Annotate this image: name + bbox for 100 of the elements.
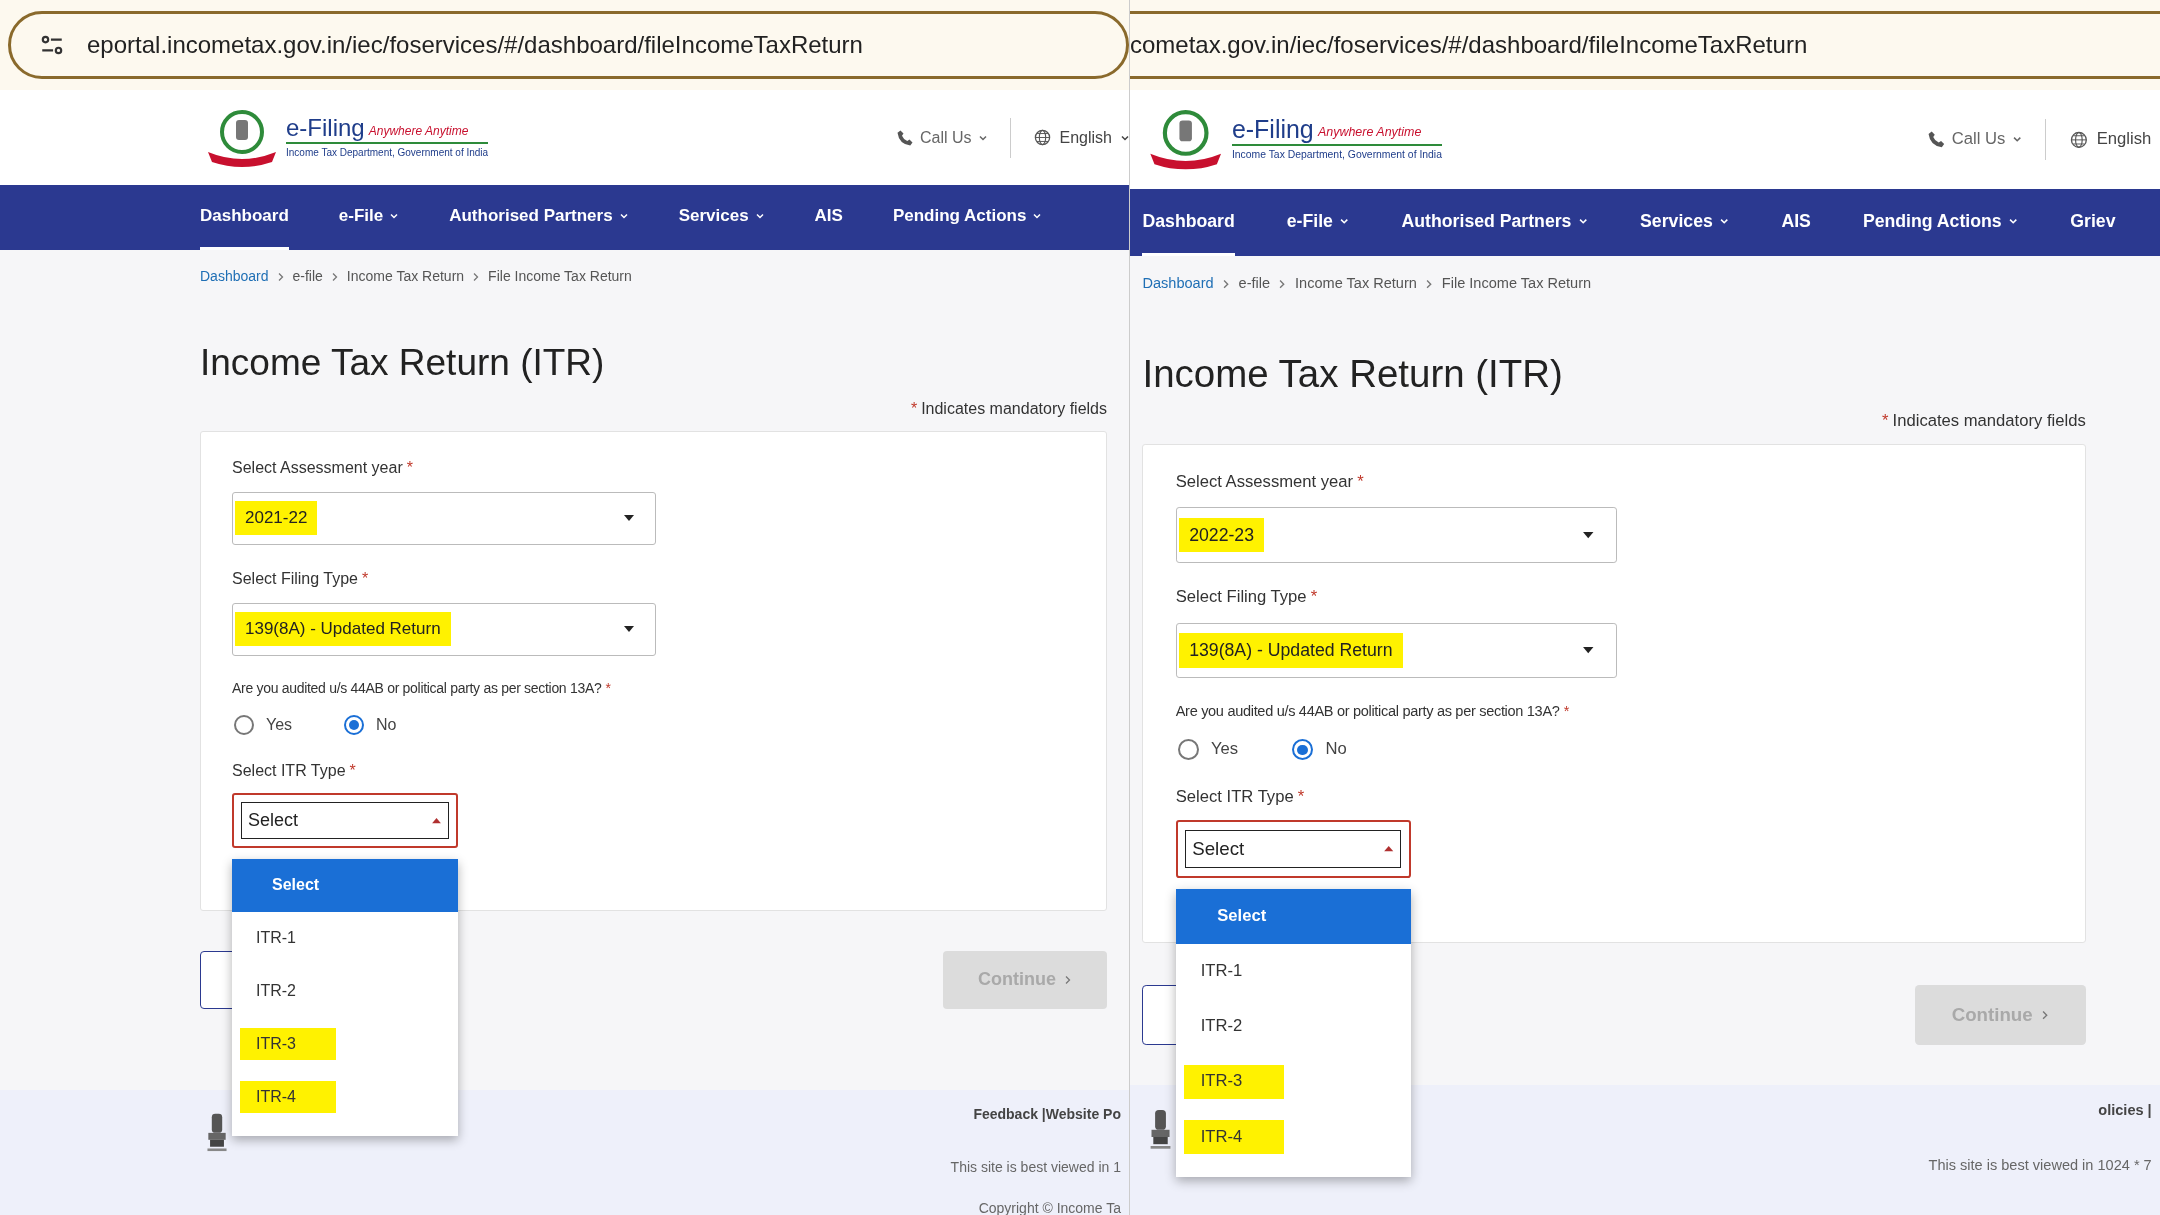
footer-note: This site is best viewed in 1024 * 7 [1928,1155,2152,1175]
field-label: Select Filing Type [1175,586,1307,609]
nav-tab[interactable]: Griev [2070,188,2116,257]
nav-tab[interactable]: AIS [814,185,843,250]
option-label: ITR-2 [255,981,296,1001]
required-mark: * [1357,471,1364,493]
breadcrumb-item: Income Tax Return [346,267,465,286]
nav-tab[interactable]: Pending Actions [1862,188,2019,257]
required-mark: * [406,457,413,478]
radio-option[interactable]: Yes [234,712,294,737]
required-mark: * [349,760,356,781]
required-mark: * [1297,786,1305,809]
nav-tab[interactable]: e-File [338,185,400,250]
itr-type-select[interactable]: Select [232,792,458,848]
breadcrumb-item: e-file [1238,274,1271,293]
option-label: ITR-3 [1184,1065,1284,1099]
call-us-menu[interactable]: Call Us [1926,126,2022,152]
logo-title: e-Filing [286,115,365,140]
mandatory-note: Indicates mandatory fields [1892,409,2086,432]
required-mark: * [1310,586,1318,609]
language-menu[interactable]: English [1032,125,1129,150]
nav-tab[interactable]: Services [1640,188,1730,257]
address-bar[interactable]: eportal.incometax.gov.in/iec/foservices/#/dashboard/fileIncomeTaxReturn [8,11,1129,79]
breadcrumb-item: e-file [292,267,323,286]
call-us-menu[interactable]: Call Us [895,125,988,150]
logo-tagline: Anywhere Anytime [1317,123,1422,141]
mandatory-note: Indicates mandatory fields [921,398,1107,419]
required-mark: * [605,678,611,698]
required-mark: * [910,398,918,419]
dropdown-option[interactable]: Select [232,858,458,912]
phone-icon [1926,130,1946,149]
filing-type-select[interactable]: 139(8A) - Updated Return [1175,622,1617,678]
radio-button[interactable] [1177,739,1199,761]
caret-down-icon [623,625,635,633]
page-title: Income Tax Return (ITR) [1142,350,1564,397]
option-label: Select [271,875,320,895]
nav-tab[interactable]: Authorised Partners [449,185,629,250]
radio-option[interactable]: No [1292,737,1355,763]
dropdown-option[interactable]: ITR-3 [232,1017,458,1071]
field-label: Select ITR Type [1175,786,1294,809]
option-label: ITR-1 [1199,960,1243,983]
footer-links[interactable]: olicies | [2098,1099,2152,1122]
radio-option[interactable]: Yes [1177,737,1241,763]
caret-down-icon [1582,530,1595,540]
filing-type-select[interactable]: 2022-23 [1175,507,1617,563]
breadcrumb-item: File Income Tax Return [488,267,632,286]
nav-tab[interactable]: Pending Actions [892,185,1043,250]
option-label: ITR-1 [255,928,296,948]
page-title: Income Tax Return (ITR) [200,341,606,385]
option-label: ITR-3 [240,1028,336,1060]
nav-tab[interactable]: Dashboard [200,185,289,250]
caret-up-icon [431,816,442,824]
address-bar[interactable]: cometax.gov.in/iec/foservices/#/dashboard/fileIncomeTaxReturn [1130,11,2160,79]
itr-type-select[interactable]: Select [1175,820,1411,878]
radio-button[interactable] [234,714,254,735]
caret-down-icon [623,514,635,522]
chevron-right-icon [1064,974,1072,985]
question-label: Are you audited u/s 44AB or political party as per section 13A? [232,678,602,698]
globe-icon [2068,129,2089,150]
caret-up-icon [1382,845,1395,853]
field-label: Select Assessment year [1175,471,1354,493]
language-menu[interactable]: English [2068,126,2160,152]
required-mark: * [1881,409,1889,432]
dropdown-option[interactable]: Select [1175,889,1411,945]
nav-tab[interactable]: Dashboard [1142,188,1235,257]
chevron-right-icon [1278,278,1287,290]
dropdown-option[interactable]: ITR-4 [232,1070,458,1124]
radio-button[interactable] [1292,739,1313,761]
dropdown-option[interactable]: ITR-1 [1175,944,1411,1000]
radio-button[interactable] [344,714,364,735]
logo-subtitle: Income Tax Department, Government of India [1231,143,1442,163]
option-label: ITR-4 [1184,1120,1284,1154]
nav-tab[interactable]: AIS [1781,188,1811,257]
dropdown-option[interactable]: ITR-2 [1175,999,1411,1055]
chevron-right-icon [1221,278,1231,290]
option-label: Select [1216,905,1267,928]
chevron-right-icon [472,271,481,282]
dropdown-option[interactable]: ITR-4 [1175,1109,1411,1165]
chevron-right-icon [1425,278,1434,290]
breadcrumb-link[interactable]: Dashboard [1142,273,1214,295]
filing-type-select[interactable]: 139(8A) - Updated Return [232,602,656,656]
dropdown-option[interactable]: ITR-3 [1175,1054,1411,1110]
dropdown-option[interactable]: ITR-2 [232,964,458,1018]
nav-tab[interactable]: e-File [1286,188,1350,257]
radio-option[interactable]: No [344,712,404,737]
breadcrumb-link[interactable]: Dashboard [200,266,269,287]
dropdown-option[interactable]: ITR-1 [232,911,458,965]
globe-icon [1032,128,1052,147]
nav-tab[interactable]: Services [678,185,765,250]
chevron-right-icon [276,271,285,282]
chevron-right-icon [330,271,339,282]
breadcrumb-item: File Income Tax Return [1441,274,1592,293]
field-label: Select Assessment year [232,457,403,478]
nav-tab[interactable]: Authorised Partners [1401,188,1589,257]
logo-title: e-Filing [1231,116,1314,142]
required-mark: * [1563,701,1570,721]
footer-links[interactable]: Feedback |Website Po [973,1104,1121,1125]
filing-type-select[interactable]: 2021-22 [232,491,656,545]
option-label: ITR-4 [240,1081,336,1113]
option-label: ITR-2 [1199,1015,1243,1038]
